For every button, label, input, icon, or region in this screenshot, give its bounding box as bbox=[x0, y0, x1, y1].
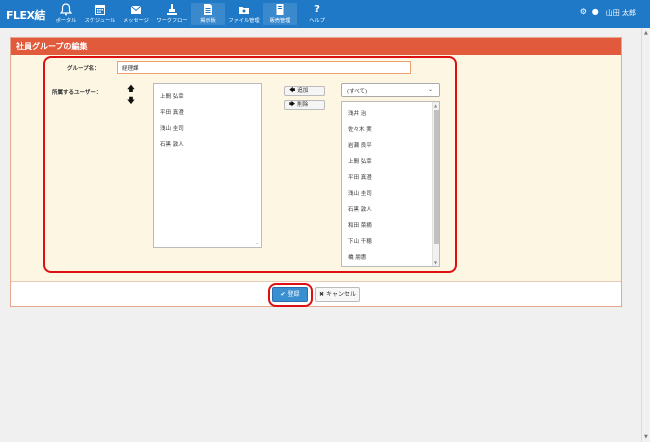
list-item[interactable]: 和田 菜摘 bbox=[348, 221, 372, 229]
top-navbar: FLEX結 ポータル スケジュール メッセージ ワークフロー 掲示板 ファイル管 bbox=[0, 0, 650, 28]
save-button[interactable]: ✔ 登録 bbox=[272, 287, 308, 302]
list-item[interactable]: 平田 真澄 bbox=[160, 108, 184, 116]
question-icon: ? bbox=[314, 4, 320, 15]
nav-sales-manager[interactable]: 販売管理 bbox=[263, 3, 297, 25]
envelope-icon bbox=[119, 3, 153, 17]
members-list[interactable]: 上間 弘幸 平田 真澄 浅山 圭司 石黒 敦人 ⌄ bbox=[153, 83, 262, 248]
scroll-down-icon[interactable]: ▼ bbox=[644, 434, 648, 440]
list-item[interactable]: 平田 真澄 bbox=[348, 173, 372, 181]
chevron-down-icon: ⌄ bbox=[427, 86, 433, 93]
list-item[interactable]: 石黒 敦人 bbox=[160, 140, 184, 148]
remove-button[interactable]: 🡆 削除 bbox=[284, 100, 325, 110]
filter-select[interactable]: (すべて) ⌄ bbox=[341, 83, 440, 97]
list-item[interactable]: 浅山 圭司 bbox=[160, 124, 184, 132]
list-item[interactable]: 下山 千穂 bbox=[348, 237, 372, 245]
panel-title: 社員グループの編集 bbox=[11, 38, 621, 55]
nav-portal[interactable]: ポータル bbox=[49, 3, 83, 25]
nav-file-manager[interactable]: ファイル管理 bbox=[227, 3, 261, 25]
list-item[interactable]: 上間 弘幸 bbox=[348, 157, 372, 165]
nav-workflow[interactable]: ワークフロー bbox=[155, 3, 189, 25]
gear-icon[interactable]: ⚙ bbox=[580, 7, 587, 16]
list-item[interactable]: 浅山 圭司 bbox=[348, 189, 372, 197]
list-scrollbar[interactable]: ▲ ▼ bbox=[432, 102, 439, 266]
scroll-up-icon[interactable]: ▲ bbox=[644, 30, 648, 36]
nav-bulletin[interactable]: 掲示板 bbox=[191, 3, 225, 25]
workflow-icon bbox=[155, 3, 189, 17]
nav-schedule[interactable]: スケジュール bbox=[83, 3, 117, 25]
candidates-list[interactable]: 浅井 治 佐々木 実 岩瀬 良平 上間 弘幸 平田 真澄 浅山 圭司 石黒 敦人… bbox=[341, 101, 440, 267]
scroll-thumb[interactable] bbox=[434, 110, 439, 244]
move-up-icon[interactable]: 🡅 bbox=[126, 84, 136, 94]
chevron-down-icon[interactable]: ⌄ bbox=[256, 240, 259, 245]
nav-message[interactable]: メッセージ bbox=[119, 3, 153, 25]
arrow-left-icon: 🡄 bbox=[289, 87, 296, 94]
arrow-right-icon: 🡆 bbox=[289, 101, 296, 108]
brand-logo[interactable]: FLEX結 bbox=[6, 7, 46, 23]
user-menu[interactable]: ⚙ ● 山田 太郎 bbox=[580, 7, 636, 18]
form-icon bbox=[263, 3, 297, 17]
cancel-button[interactable]: ✖ キャンセル bbox=[315, 287, 360, 302]
scroll-down-icon[interactable]: ▼ bbox=[434, 260, 437, 265]
close-icon: ✖ bbox=[319, 291, 325, 298]
members-label: 所属するユーザー： bbox=[52, 90, 102, 96]
page-scrollbar[interactable]: ▲ ▼ bbox=[641, 28, 650, 442]
list-item[interactable]: 石黒 敦人 bbox=[348, 205, 372, 213]
list-item[interactable]: 佐々木 実 bbox=[348, 125, 372, 133]
scroll-up-icon[interactable]: ▲ bbox=[434, 103, 437, 108]
list-item[interactable]: 橋 朋惠 bbox=[348, 253, 366, 261]
move-down-icon[interactable]: 🡇 bbox=[126, 96, 136, 106]
list-item[interactable]: 上間 弘幸 bbox=[160, 92, 184, 100]
list-item[interactable]: 岩瀬 良平 bbox=[348, 141, 372, 149]
group-name-label: グループ名： bbox=[67, 66, 100, 72]
user-name: 山田 太郎 bbox=[605, 9, 636, 17]
divider bbox=[11, 281, 621, 282]
folder-icon bbox=[227, 3, 261, 17]
nav-help[interactable]: ? ヘルプ bbox=[300, 3, 334, 25]
calendar-icon bbox=[83, 3, 117, 17]
check-icon: ✔ bbox=[280, 291, 286, 298]
add-button[interactable]: 🡄 追加 bbox=[284, 86, 325, 96]
group-name-input[interactable]: 経理課 bbox=[117, 61, 411, 74]
list-item[interactable]: 浅井 治 bbox=[348, 109, 366, 117]
user-icon: ● bbox=[591, 7, 599, 16]
bell-icon bbox=[49, 3, 83, 17]
document-icon bbox=[191, 3, 225, 17]
